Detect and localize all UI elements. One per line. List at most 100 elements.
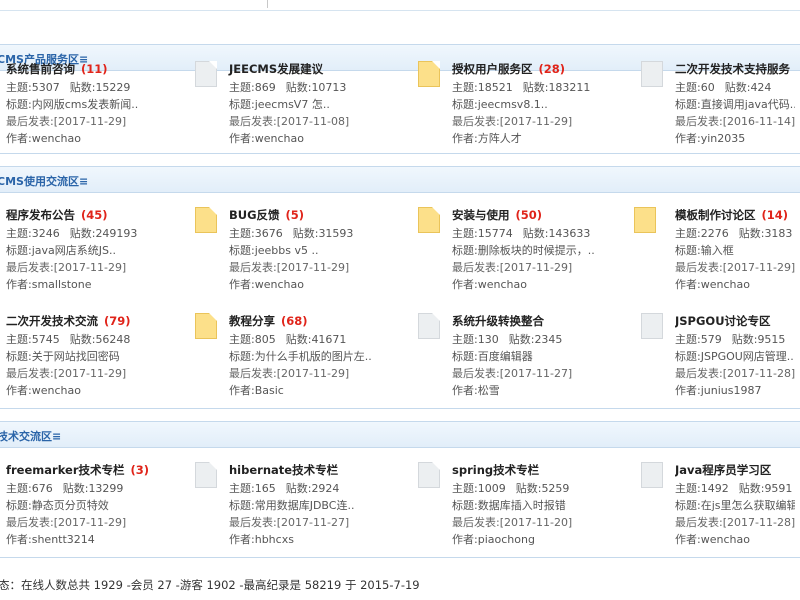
forum-stats: 主题:18521 贴数:183211 <box>452 81 591 94</box>
forum-name[interactable]: JEECMS发展建议 <box>229 61 329 77</box>
forum-card[interactable]: JEECMS发展建议 主题:869 贴数:10713 标题:jeecmsV7 怎.… <box>195 61 449 151</box>
forum-card[interactable]: 程序发布公告 (45) 主题:3246 贴数:249193 标题:java网店系统J… <box>6 207 226 297</box>
forum-stats: 主题:60 贴数:424 <box>675 81 772 94</box>
last-post-author[interactable]: 作者:方阵人才 <box>452 130 522 146</box>
forum-name[interactable]: 二次开发技术支持服务 <box>675 61 795 77</box>
latest-topic[interactable]: 标题:删除板块的时候提示，.. <box>452 242 595 258</box>
latest-topic[interactable]: 标题:常用数据库JDBC连.. <box>229 497 354 513</box>
forum-name[interactable]: 模板制作讨论区 (14) <box>675 207 788 223</box>
last-post-author[interactable]: 作者:yin2035 <box>675 130 745 146</box>
forum-card[interactable]: 模板制作讨论区 (14) 主题:2276 贴数:3183 标题:输入框 最后发表:[… <box>675 207 795 297</box>
forum-name[interactable]: hibernate技术专栏 <box>229 462 344 478</box>
last-post-date: 最后发表:[2017-11-29] <box>452 261 573 274</box>
last-post-author[interactable]: 作者:wenchao <box>675 276 750 292</box>
forum-doc-icon <box>418 462 444 490</box>
forum-name[interactable]: 系统升级转换整合 <box>452 313 550 329</box>
forum-card[interactable]: 授权用户服务区 (28) 主题:18521 贴数:183211 标题:jeecmsv… <box>418 61 672 151</box>
forum-card[interactable]: 系统售前咨询 (11) 主题:5307 贴数:15229 标题:内网版cms发表新闻… <box>6 61 226 151</box>
new-post-count: (68) <box>281 314 308 328</box>
last-post-date: 最后发表:[2017-11-08] <box>229 115 350 128</box>
last-post-author[interactable]: 作者:松雪 <box>452 382 500 398</box>
last-post-author[interactable]: 作者:piaochong <box>452 531 535 547</box>
forum-card[interactable]: 系统升级转换整合 主题:130 贴数:2345 标题:百度编辑器 最后发表:[20… <box>418 313 672 403</box>
forum-card[interactable]: 二次开发技术交流 (79) 主题:5745 贴数:56248 标题:关于网站找回密码… <box>6 313 226 403</box>
forum-stats: 主题:869 贴数:10713 <box>229 81 347 94</box>
forum-name[interactable]: 系统售前咨询 (11) <box>6 61 108 77</box>
forum-name[interactable]: BUG反馈 (5) <box>229 207 304 223</box>
latest-topic[interactable]: 标题:静态页分页特效 <box>6 497 109 513</box>
section-header-cms-usage[interactable]: CMS使用交流区≡ <box>0 166 800 193</box>
last-post-date: 最后发表:[2017-11-27] <box>229 516 350 529</box>
forum-doc-icon <box>195 207 221 235</box>
forum-stats: 主题:1492 贴数:9591 <box>675 482 793 495</box>
last-post-author[interactable]: 作者:hbhcxs <box>229 531 294 547</box>
forum-name[interactable]: spring技术专栏 <box>452 462 545 478</box>
forum-doc-icon <box>195 313 221 341</box>
last-post-date: 最后发表:[2016-11-14] <box>675 115 795 128</box>
latest-topic[interactable]: 标题:关于网站找回密码 <box>6 348 120 364</box>
forum-card[interactable]: hibernate技术专栏 主题:165 贴数:2924 标题:常用数据库JDBC… <box>195 462 449 552</box>
latest-topic[interactable]: 标题:java网店系统JS.. <box>6 242 116 258</box>
forum-stats: 主题:3676 贴数:31593 <box>229 227 354 240</box>
top-divider <box>0 0 800 11</box>
forum-name[interactable]: 程序发布公告 (45) <box>6 207 108 223</box>
forum-card[interactable]: BUG反馈 (5) 主题:3676 贴数:31593 标题:jeebbs v5 ..… <box>195 207 449 297</box>
last-post-author[interactable]: 作者:wenchao <box>452 276 527 292</box>
forum-name[interactable]: 二次开发技术交流 (79) <box>6 313 131 329</box>
latest-topic[interactable]: 标题:jeecmsV7 怎.. <box>229 96 330 112</box>
last-post-author[interactable]: 作者:wenchao <box>6 382 81 398</box>
forum-card[interactable]: JSPGOU讨论专区 主题:579 贴数:9515 标题:JSPGOU网店管理..… <box>675 313 795 403</box>
latest-topic[interactable]: 标题:jeebbs v5 .. <box>229 242 319 258</box>
forum-card[interactable]: 二次开发技术支持服务 主题:60 贴数:424 标题:直接调用java代码.. 最… <box>675 61 795 151</box>
forum-card[interactable]: 教程分享 (68) 主题:805 贴数:41671 标题:为什么手机版的图片左.. … <box>195 313 449 403</box>
new-post-count: (14) <box>761 208 789 222</box>
forum-name[interactable]: JSPGOU讨论专区 <box>675 313 777 329</box>
latest-topic[interactable]: 标题:在js里怎么获取编辑 <box>675 497 795 513</box>
section-body-cms-service: 系统售前咨询 (11) 主题:5307 贴数:15229 标题:内网版cms发表新闻… <box>0 61 800 154</box>
new-post-count: (11) <box>81 62 108 76</box>
latest-topic[interactable]: 标题:数据库插入时报错 <box>452 497 566 513</box>
forum-doc-icon <box>418 207 444 235</box>
last-post-author[interactable]: 作者:wenchao <box>6 130 81 146</box>
online-status: 态：在线人数总共 1929 -会员 27 -游客 1902 -最高纪录是 582… <box>0 578 420 592</box>
latest-topic[interactable]: 标题:输入框 <box>675 242 734 258</box>
forum-stats: 主题:2276 贴数:3183 <box>675 227 793 240</box>
last-post-author[interactable]: 作者:Basic <box>229 382 284 398</box>
latest-topic[interactable]: 标题:为什么手机版的图片左.. <box>229 348 372 364</box>
forum-card[interactable]: Java程序员学习区 主题:1492 贴数:9591 标题:在js里怎么获取编辑 … <box>675 462 795 552</box>
forum-card[interactable]: spring技术专栏 主题:1009 贴数:5259 标题:数据库插入时报错 最后… <box>418 462 672 552</box>
last-post-author[interactable]: 作者:junius1987 <box>675 382 761 398</box>
forum-stats: 主题:165 贴数:2924 <box>229 482 340 495</box>
latest-topic[interactable]: 标题:jeecmsv8.1.. <box>452 96 548 112</box>
latest-topic[interactable]: 标题:内网版cms发表新闻.. <box>6 96 138 112</box>
last-post-author[interactable]: 作者:wenchao <box>229 276 304 292</box>
forum-name[interactable]: 教程分享 (68) <box>229 313 308 329</box>
last-post-author[interactable]: 作者:shentt3214 <box>6 531 95 547</box>
forum-doc-icon <box>195 462 221 490</box>
forum-stats: 主题:805 贴数:41671 <box>229 333 347 346</box>
forum-name[interactable]: 授权用户服务区 (28) <box>452 61 565 77</box>
last-post-date: 最后发表:[2017-11-28] <box>675 367 795 380</box>
last-post-date: 最后发表:[2017-11-29] <box>229 261 350 274</box>
latest-topic[interactable]: 标题:JSPGOU网店管理.. <box>675 348 794 364</box>
forum-card[interactable]: freemarker技术专栏 (3) 主题:676 贴数:13299 标题:静态页分… <box>6 462 226 552</box>
last-post-date: 最后发表:[2017-11-28] <box>675 516 795 529</box>
forum-name[interactable]: Java程序员学习区 <box>675 462 777 478</box>
new-post-count: (50) <box>515 208 543 222</box>
latest-topic[interactable]: 标题:直接调用java代码.. <box>675 96 795 112</box>
last-post-date: 最后发表:[2017-11-29] <box>229 367 350 380</box>
forum-doc-icon <box>634 207 660 235</box>
last-post-author[interactable]: 作者:wenchao <box>675 531 750 547</box>
forum-stats: 主题:3246 贴数:249193 <box>6 227 138 240</box>
last-post-author[interactable]: 作者:wenchao <box>229 130 304 146</box>
latest-topic[interactable]: 标题:百度编辑器 <box>452 348 533 364</box>
section-header-tech[interactable]: 技术交流区≡ <box>0 421 800 448</box>
forum-stats: 主题:1009 贴数:5259 <box>452 482 570 495</box>
last-post-author[interactable]: 作者:smallstone <box>6 276 92 292</box>
last-post-date: 最后发表:[2017-11-29] <box>6 115 127 128</box>
forum-name[interactable]: 安装与使用 (50) <box>452 207 542 223</box>
forum-name[interactable]: freemarker技术专栏 (3) <box>6 462 149 478</box>
last-post-date: 最后发表:[2017-11-27] <box>452 367 573 380</box>
forum-stats: 主题:130 贴数:2345 <box>452 333 563 346</box>
new-post-count: (28) <box>538 62 566 76</box>
